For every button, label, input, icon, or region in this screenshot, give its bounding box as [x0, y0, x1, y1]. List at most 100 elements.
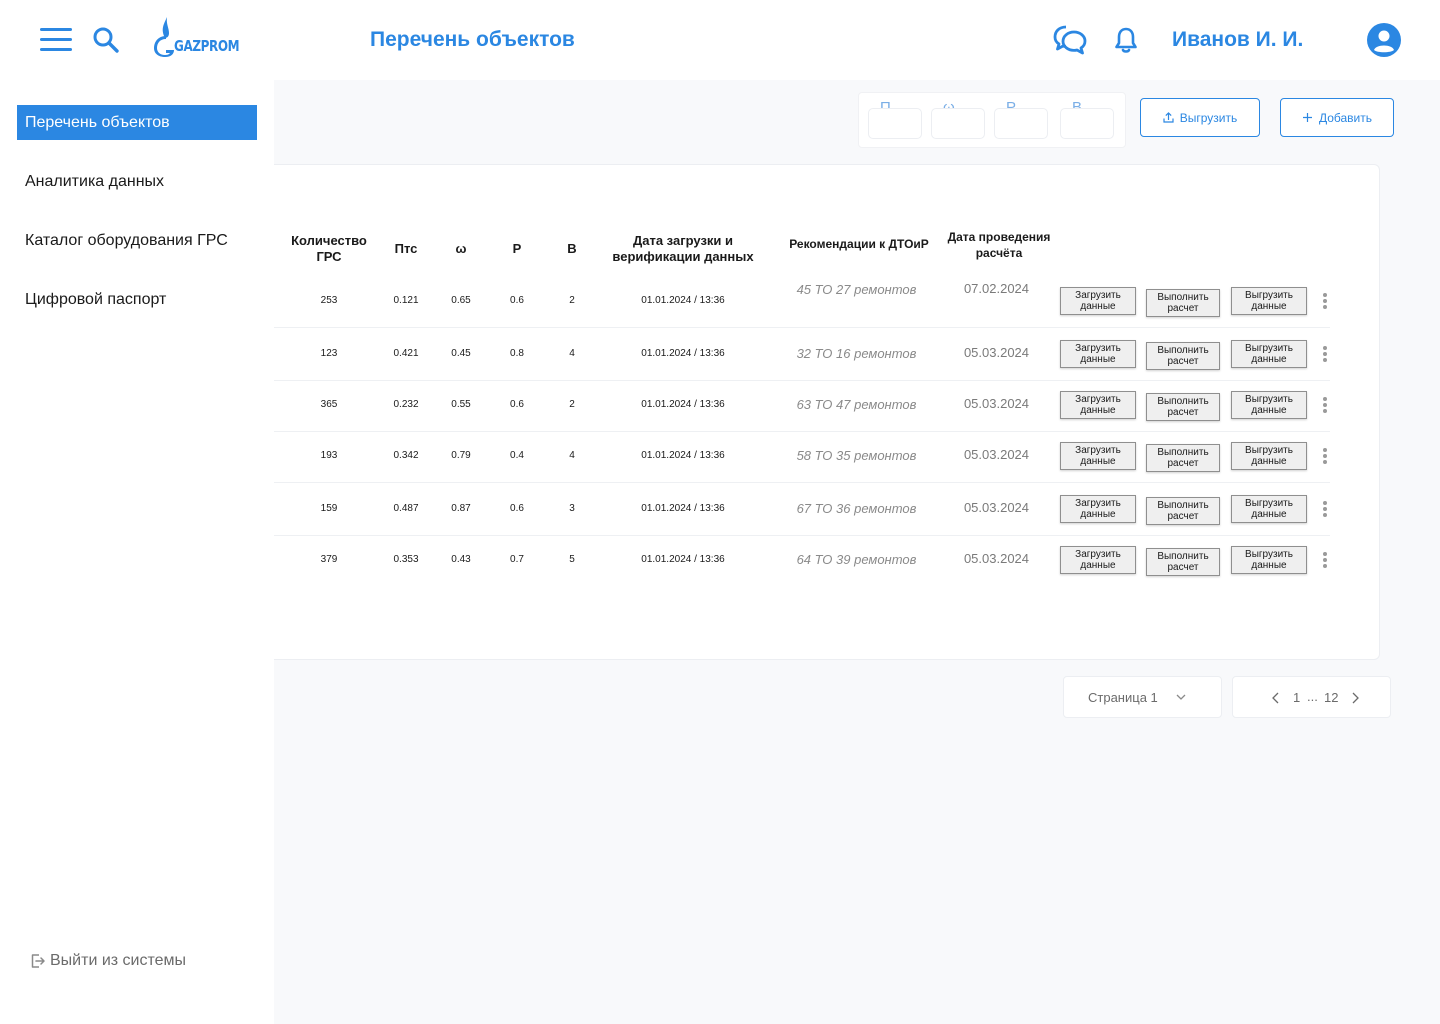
run-calculation-button-label: Выполнить расчет [1157, 292, 1209, 314]
run-calculation-button[interactable]: Выполнить расчет [1146, 289, 1220, 317]
pager: 1 ... 12 [1232, 676, 1391, 718]
filter-b[interactable]: B [1060, 99, 1114, 139]
load-data-button-label: Загрузить данные [1075, 394, 1121, 416]
more-vertical-icon[interactable] [1320, 500, 1330, 518]
add-button-label: Добавить [1318, 110, 1373, 125]
more-vertical-icon[interactable] [1320, 447, 1330, 465]
cell-calc-date: 07.02.2024 [963, 281, 1030, 296]
gazprom-logo[interactable]: GAZPROM [152, 12, 256, 58]
cell-p: 0.4 [510, 450, 524, 461]
filter-p-input[interactable] [994, 108, 1048, 139]
cell-recommendations: 64 ТО 39 ремонтов [796, 552, 917, 567]
filter-pts[interactable]: Птс [868, 99, 922, 139]
run-calculation-button[interactable]: Выполнить расчет [1146, 444, 1220, 472]
load-data-button[interactable]: Загрузить данные [1060, 340, 1136, 368]
col-header-pts: Птс [394, 241, 418, 256]
export-data-button[interactable]: Выгрузить данные [1231, 546, 1307, 574]
row-divider [274, 327, 1330, 328]
run-calculation-button[interactable]: Выполнить расчет [1146, 342, 1220, 370]
run-calculation-button[interactable]: Выполнить расчет [1146, 393, 1220, 421]
logout-button[interactable]: Выйти из системы [30, 952, 186, 970]
chevron-down-icon [1176, 694, 1186, 700]
export-data-button-label: Выгрузить данные [1245, 549, 1293, 571]
chevron-left-icon[interactable] [1271, 692, 1281, 704]
export-data-button[interactable]: Выгрузить данные [1231, 287, 1307, 315]
more-vertical-icon[interactable] [1320, 396, 1330, 414]
cell-recommendations: 32 ТО 16 ремонтов [796, 346, 917, 361]
export-data-button[interactable]: Выгрузить данные [1231, 442, 1307, 470]
export-button[interactable]: Выгрузить [1140, 98, 1260, 137]
export-data-button[interactable]: Выгрузить данные [1231, 340, 1307, 368]
load-data-button[interactable]: Загрузить данные [1060, 391, 1136, 419]
page-ellipsis: ... [1307, 689, 1318, 704]
more-vertical-icon[interactable] [1320, 551, 1330, 569]
page-last[interactable]: 12 [1324, 690, 1338, 705]
load-data-button-label: Загрузить данные [1075, 498, 1121, 520]
logout-icon [31, 954, 45, 968]
cell-p: 0.7 [510, 554, 524, 565]
export-data-button[interactable]: Выгрузить данные [1231, 391, 1307, 419]
col-header-omega: ω [455, 241, 467, 256]
run-calculation-button[interactable]: Выполнить расчет [1146, 548, 1220, 576]
col-header-recommendations: Рекомендации к ДТОиР [789, 237, 929, 251]
chevron-right-icon[interactable] [1350, 692, 1360, 704]
run-calculation-button[interactable]: Выполнить расчет [1146, 497, 1220, 525]
filter-omega[interactable]: ω [931, 99, 985, 139]
cell-calc-date: 05.03.2024 [963, 345, 1030, 360]
cell-omega: 0.79 [451, 450, 471, 461]
sidebar-item-digital-passport[interactable]: Цифровой паспорт [17, 282, 257, 317]
cell-count: 253 [320, 295, 338, 306]
col-header-calc-date: Дата проведения расчёта [947, 230, 1051, 260]
filter-p[interactable]: P [994, 99, 1048, 139]
sidebar-item-objects-list[interactable]: Перечень объектов [17, 105, 257, 140]
user-avatar-icon[interactable] [1366, 22, 1402, 58]
cell-calc-date: 05.03.2024 [963, 396, 1030, 411]
cell-pts: 0.487 [393, 503, 419, 514]
sidebar: Перечень объектов Аналитика данных Катал… [0, 80, 274, 1024]
run-calculation-button-label: Выполнить расчет [1157, 345, 1209, 367]
page-select[interactable]: Страница 1 [1063, 676, 1222, 718]
filter-pts-input[interactable] [868, 108, 922, 139]
cell-b: 4 [569, 450, 575, 461]
load-data-button-label: Загрузить данные [1075, 445, 1121, 467]
more-vertical-icon[interactable] [1320, 292, 1330, 310]
more-vertical-icon[interactable] [1320, 345, 1330, 363]
cell-upload-date: 01.01.2024 / 13:36 [641, 503, 725, 514]
page-1[interactable]: 1 [1293, 690, 1300, 705]
load-data-button[interactable]: Загрузить данные [1060, 495, 1136, 523]
add-button[interactable]: Добавить [1280, 98, 1394, 137]
load-data-button[interactable]: Загрузить данные [1060, 442, 1136, 470]
cell-pts: 0.342 [393, 450, 419, 461]
cell-p: 0.6 [510, 399, 524, 410]
cell-p: 0.8 [510, 348, 524, 359]
menu-icon[interactable] [40, 27, 72, 53]
plus-icon [1302, 112, 1313, 123]
export-data-button[interactable]: Выгрузить данные [1231, 495, 1307, 523]
cell-pts: 0.232 [393, 399, 419, 410]
filter-b-input[interactable] [1060, 108, 1114, 139]
export-button-label: Выгрузить [1179, 110, 1238, 125]
export-data-button-label: Выгрузить данные [1245, 290, 1293, 312]
cell-b: 2 [569, 399, 575, 410]
logo-text: GAZPROM [174, 37, 240, 55]
filter-omega-input[interactable] [931, 108, 985, 139]
user-name[interactable]: Иванов И. И. [1172, 28, 1303, 52]
filter-panel: Птс ω P B [858, 92, 1126, 148]
sidebar-item-equipment-catalog[interactable]: Каталог оборудования ГРС [17, 223, 257, 258]
load-data-button[interactable]: Загрузить данные [1060, 546, 1136, 574]
sidebar-item-analytics[interactable]: Аналитика данных [17, 164, 257, 199]
cell-count: 193 [320, 450, 338, 461]
cell-count: 123 [320, 348, 338, 359]
row-divider [274, 535, 1330, 536]
load-data-button[interactable]: Загрузить данные [1060, 287, 1136, 315]
cell-omega: 0.55 [451, 399, 471, 410]
chat-icon[interactable] [1052, 24, 1088, 56]
export-data-button-label: Выгрузить данные [1245, 343, 1293, 365]
run-calculation-button-label: Выполнить расчет [1157, 447, 1209, 469]
bell-icon[interactable] [1113, 26, 1139, 54]
cell-omega: 0.43 [451, 554, 471, 565]
search-icon[interactable] [92, 26, 120, 54]
cell-calc-date: 05.03.2024 [963, 500, 1030, 515]
col-header-b: B [567, 241, 577, 256]
cell-b: 2 [569, 295, 575, 306]
